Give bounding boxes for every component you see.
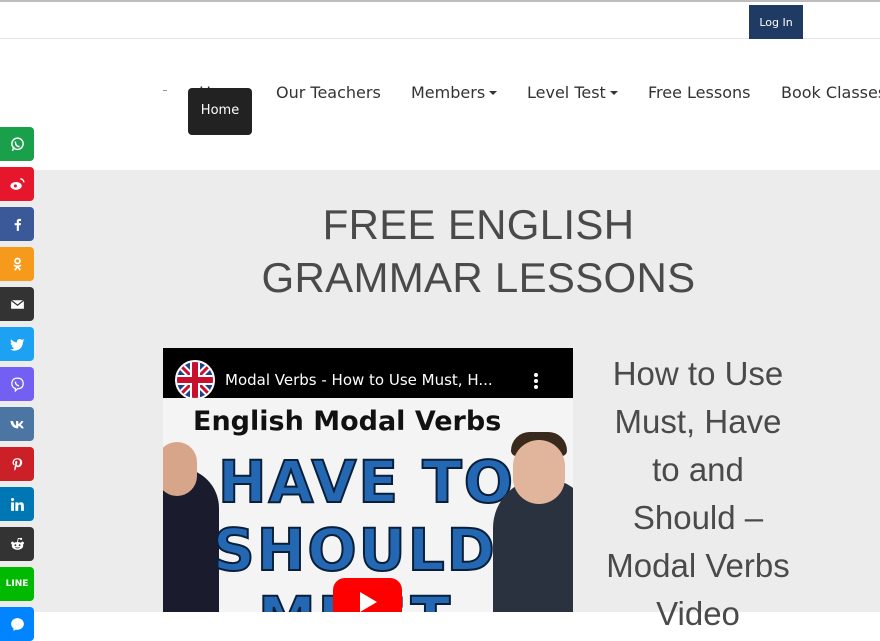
share-linkedin-button[interactable] [0,487,34,521]
whatsapp-icon [10,136,24,151]
top-bar: Log In [0,0,880,40]
page-title-line-1: FREE ENGLISH [322,201,635,248]
channel-avatar[interactable] [175,360,215,400]
nav-item-level-test[interactable]: Level Test [527,83,618,102]
thumbnail-word: SHOULD [212,515,497,585]
share-email-button[interactable] [0,287,34,321]
page-title-line-2: GRAMMAR LESSONS [261,254,696,301]
nav-item-level-test-label: Level Test [527,83,606,102]
messenger-icon [10,617,24,631]
video-thumbnail[interactable]: English Modal Verbs HAVE TO SHOULD MUST [163,398,573,612]
play-icon [360,592,377,612]
thumbnail-heading: English Modal Verbs [193,406,502,437]
share-whatsapp-button[interactable] [0,127,34,161]
email-icon [10,299,24,309]
line-icon: LINE [5,579,29,589]
nav-separator [163,90,167,91]
presenter-left-image [163,442,219,612]
nav-item-our-teachers[interactable]: Our Teachers [276,83,381,102]
login-button[interactable]: Log In [749,5,803,40]
main-content: FREE ENGLISH GRAMMAR LESSONS Modal Verbs… [0,170,880,632]
viber-icon [10,376,24,392]
video-header: Modal Verbs - How to Use Must, H... [163,348,573,400]
nav-item-book-classes[interactable]: Book Classes [781,83,880,102]
twitter-icon [9,338,25,351]
share-viber-button[interactable] [0,367,34,401]
odnoklassniki-icon [12,257,22,271]
video-title[interactable]: Modal Verbs - How to Use Must, H... [225,371,493,389]
share-pinterest-button[interactable] [0,447,34,481]
share-reddit-button[interactable] [0,527,34,561]
share-line-button[interactable]: LINE [0,567,34,601]
main-nav: Home Our Teachers Members Level Test Fre… [0,39,880,170]
facebook-icon [14,218,21,231]
share-odnoklassniki-button[interactable] [0,247,34,281]
nav-item-free-lessons[interactable]: Free Lessons [648,83,750,102]
presenter-right-image [493,432,573,612]
lesson-title[interactable]: How to Use Must, Have to and Should – Mo… [598,350,798,638]
share-vk-button[interactable] [0,407,34,441]
reddit-icon [10,537,24,550]
home-tooltip: Home [188,88,252,135]
nav-item-members-label: Members [411,83,486,102]
video-player[interactable]: Modal Verbs - How to Use Must, H... Engl… [163,348,573,612]
chevron-down-icon [489,91,498,95]
pinterest-icon [12,457,22,471]
share-facebook-button[interactable] [0,207,34,241]
share-messenger-button[interactable] [0,607,34,641]
vk-icon [9,420,24,428]
chevron-down-icon [609,91,618,95]
share-weibo-button[interactable] [0,167,34,201]
play-button[interactable] [333,578,402,612]
share-twitter-button[interactable] [0,327,34,361]
weibo-icon [9,177,25,190]
uk-flag-icon [177,362,213,398]
page-title: FREE ENGLISH GRAMMAR LESSONS [0,198,880,304]
linkedin-icon [10,497,24,511]
nav-item-members[interactable]: Members [411,83,498,102]
more-options-icon[interactable] [532,372,540,390]
thumbnail-word: HAVE TO [217,447,516,517]
